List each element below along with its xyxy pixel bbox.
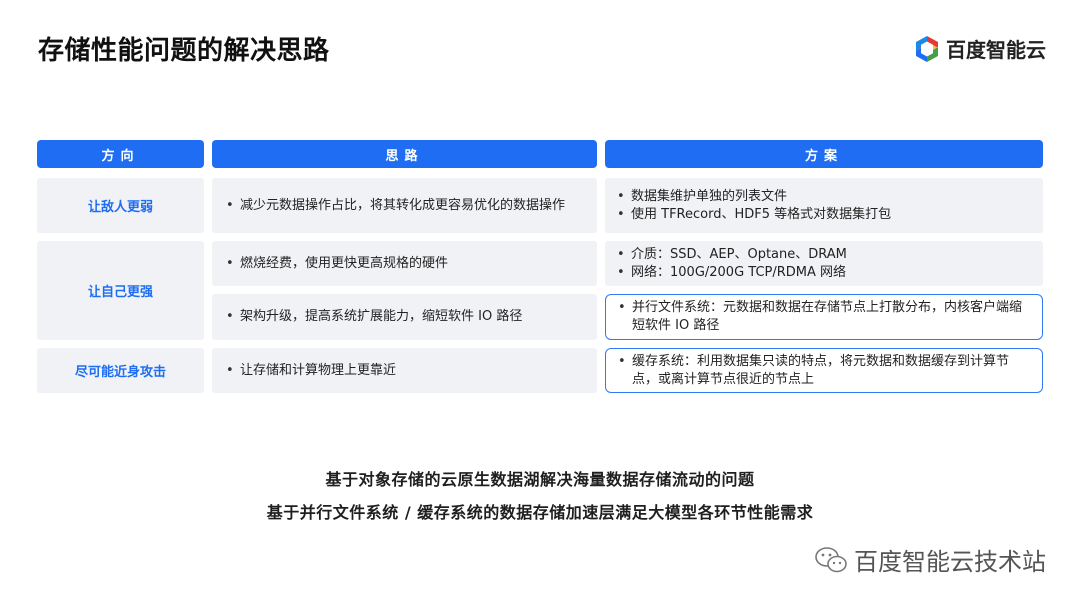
header-solution: 方案 <box>605 140 1043 168</box>
direction-label: 让自己更强 <box>87 285 153 300</box>
idea-cell: 燃烧经费，使用更快更高规格的硬件 <box>212 241 597 286</box>
solution-text: 介质：SSD、AEP、Optane、DRAM <box>617 246 847 264</box>
direction-cell: 让自己更强 <box>37 241 204 340</box>
baidu-cloud-hexagon-icon <box>916 35 938 62</box>
idea-text: 燃烧经费，使用更快更高规格的硬件 <box>226 255 448 273</box>
solution-cell-highlighted: 并行文件系统：元数据和数据在存储节点上打散分布，内核客户端缩短软件 IO 路径 <box>605 294 1043 340</box>
watermark: 百度智能云技术站 <box>814 542 1046 577</box>
solution-cell: 介质：SSD、AEP、Optane、DRAM 网络：100G/200G TCP/… <box>605 241 1043 286</box>
direction-cell: 尽可能近身攻击 <box>37 348 204 393</box>
idea-text: 架构升级，提高系统扩展能力，缩短软件 IO 路径 <box>226 308 522 326</box>
direction-label: 让敌人更弱 <box>87 200 153 215</box>
idea-cell: 让存储和计算物理上更靠近 <box>212 348 597 393</box>
header-direction: 方向 <box>37 140 204 168</box>
solution-cell: 数据集维护单独的列表文件 使用 TFRecord、HDF5 等格式对数据集打包 <box>605 178 1043 233</box>
idea-text: 减少元数据操作占比，将其转化成更容易优化的数据操作 <box>226 197 565 215</box>
solution-text: 并行文件系统：元数据和数据在存储节点上打散分布，内核客户端缩短软件 IO 路径 <box>618 299 1034 335</box>
summary-line: 基于并行文件系统 / 缓存系统的数据存储加速层满足大模型各环节性能需求 <box>266 503 814 522</box>
watermark-text: 百度智能云技术站 <box>854 548 1046 576</box>
direction-cell: 让敌人更弱 <box>37 178 204 233</box>
solution-text: 缓存系统：利用数据集只读的特点，将元数据和数据缓存到计算节点，或离计算节点很近的… <box>618 353 1034 389</box>
idea-cell: 架构升级，提高系统扩展能力，缩短软件 IO 路径 <box>212 294 597 340</box>
idea-cell: 减少元数据操作占比，将其转化成更容易优化的数据操作 <box>212 178 597 233</box>
logo-text: 百度智能云 <box>946 38 1046 62</box>
header-idea: 思路 <box>212 140 597 168</box>
page-title: 存储性能问题的解决思路 <box>38 36 330 66</box>
idea-text: 让存储和计算物理上更靠近 <box>226 362 396 380</box>
wechat-icon <box>815 546 847 572</box>
solution-text: 数据集维护单独的列表文件 <box>617 188 891 206</box>
solution-text: 使用 TFRecord、HDF5 等格式对数据集打包 <box>617 206 891 224</box>
brand-logo: 百度智能云 <box>914 34 1046 63</box>
direction-label: 尽可能近身攻击 <box>74 365 166 380</box>
solution-cell-highlighted: 缓存系统：利用数据集只读的特点，将元数据和数据缓存到计算节点，或离计算节点很近的… <box>605 348 1043 393</box>
solution-text: 网络：100G/200G TCP/RDMA 网络 <box>617 264 847 282</box>
summary-line: 基于对象存储的云原生数据湖解决海量数据存储流动的问题 <box>325 470 755 489</box>
